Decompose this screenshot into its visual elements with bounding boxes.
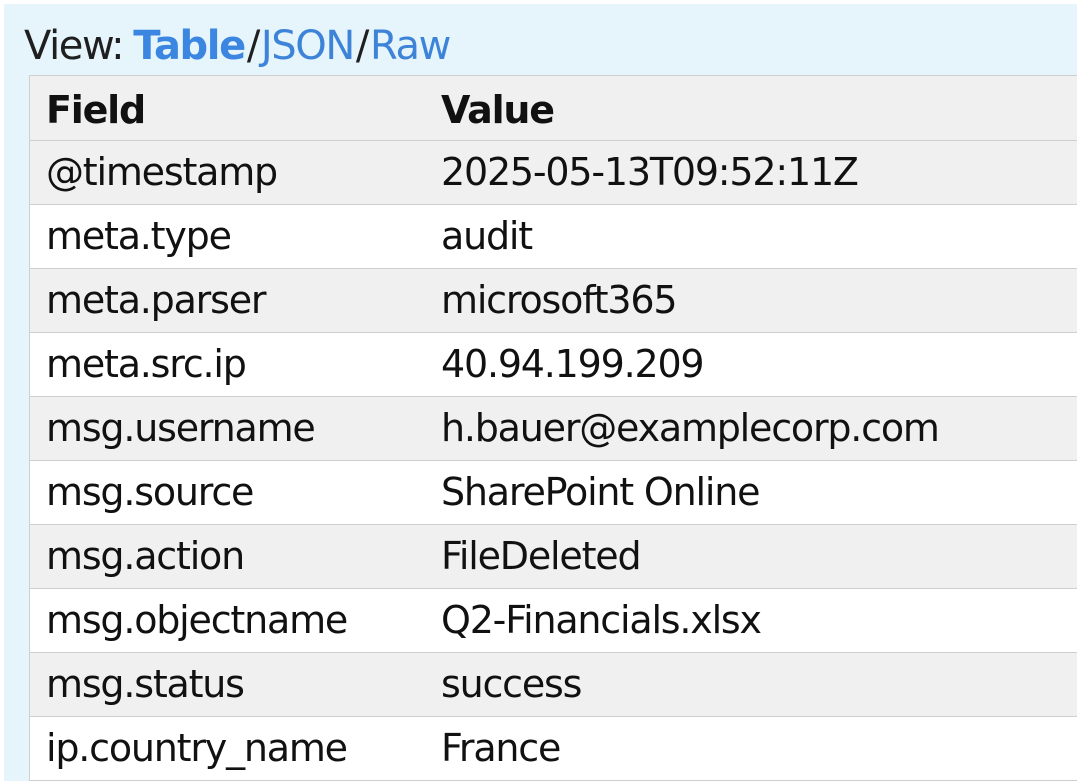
fields-table: Field Value @timestamp 2025-05-13T09:52:…: [30, 76, 1077, 781]
field-value-cell: France: [425, 716, 1077, 781]
field-name-cell: meta.parser: [30, 268, 425, 333]
table-row: msg.source SharePoint Online: [30, 460, 1077, 525]
field-value-cell: 40.94.199.209: [425, 332, 1077, 397]
field-name-cell: meta.type: [30, 204, 425, 269]
view-option-raw[interactable]: Raw: [370, 23, 451, 69]
table-row: msg.objectname Q2-Financials.xlsx: [30, 588, 1077, 653]
field-name-cell: msg.source: [30, 460, 425, 525]
field-value-cell: FileDeleted: [425, 524, 1077, 589]
fields-table-container: Field Value @timestamp 2025-05-13T09:52:…: [29, 75, 1077, 781]
column-header-value: Value: [425, 76, 1077, 141]
table-row: meta.src.ip 40.94.199.209: [30, 332, 1077, 397]
table-row: @timestamp 2025-05-13T09:52:11Z: [30, 140, 1077, 205]
table-row: meta.type audit: [30, 204, 1077, 269]
log-detail-panel: View: Table / JSON / Raw Field Value @ti…: [4, 4, 1077, 781]
field-value-cell: Q2-Financials.xlsx: [425, 588, 1077, 653]
table-row: msg.username h.bauer@examplecorp.com: [30, 396, 1077, 461]
field-value-cell: microsoft365: [425, 268, 1077, 333]
column-header-field: Field: [30, 76, 425, 141]
field-value-cell: success: [425, 652, 1077, 717]
field-name-cell: msg.objectname: [30, 588, 425, 653]
field-value-cell: SharePoint Online: [425, 460, 1077, 525]
table-row: ip.country_name France: [30, 716, 1077, 781]
view-separator: /: [246, 23, 260, 69]
view-label: View:: [24, 23, 125, 69]
field-name-cell: msg.username: [30, 396, 425, 461]
table-header-row: Field Value: [30, 76, 1077, 141]
field-name-cell: ip.country_name: [30, 716, 425, 781]
field-name-cell: meta.src.ip: [30, 332, 425, 397]
view-option-json[interactable]: JSON: [261, 23, 355, 69]
field-value-cell: audit: [425, 204, 1077, 269]
field-name-cell: msg.status: [30, 652, 425, 717]
view-mode-switcher: View: Table / JSON / Raw: [24, 18, 451, 74]
view-separator: /: [355, 23, 369, 69]
table-row: meta.parser microsoft365: [30, 268, 1077, 333]
view-option-table[interactable]: Table: [133, 23, 246, 69]
table-row: msg.status success: [30, 652, 1077, 717]
field-name-cell: @timestamp: [30, 140, 425, 205]
field-name-cell: msg.action: [30, 524, 425, 589]
field-value-cell: h.bauer@examplecorp.com: [425, 396, 1077, 461]
field-value-cell: 2025-05-13T09:52:11Z: [425, 140, 1077, 205]
table-row: msg.action FileDeleted: [30, 524, 1077, 589]
